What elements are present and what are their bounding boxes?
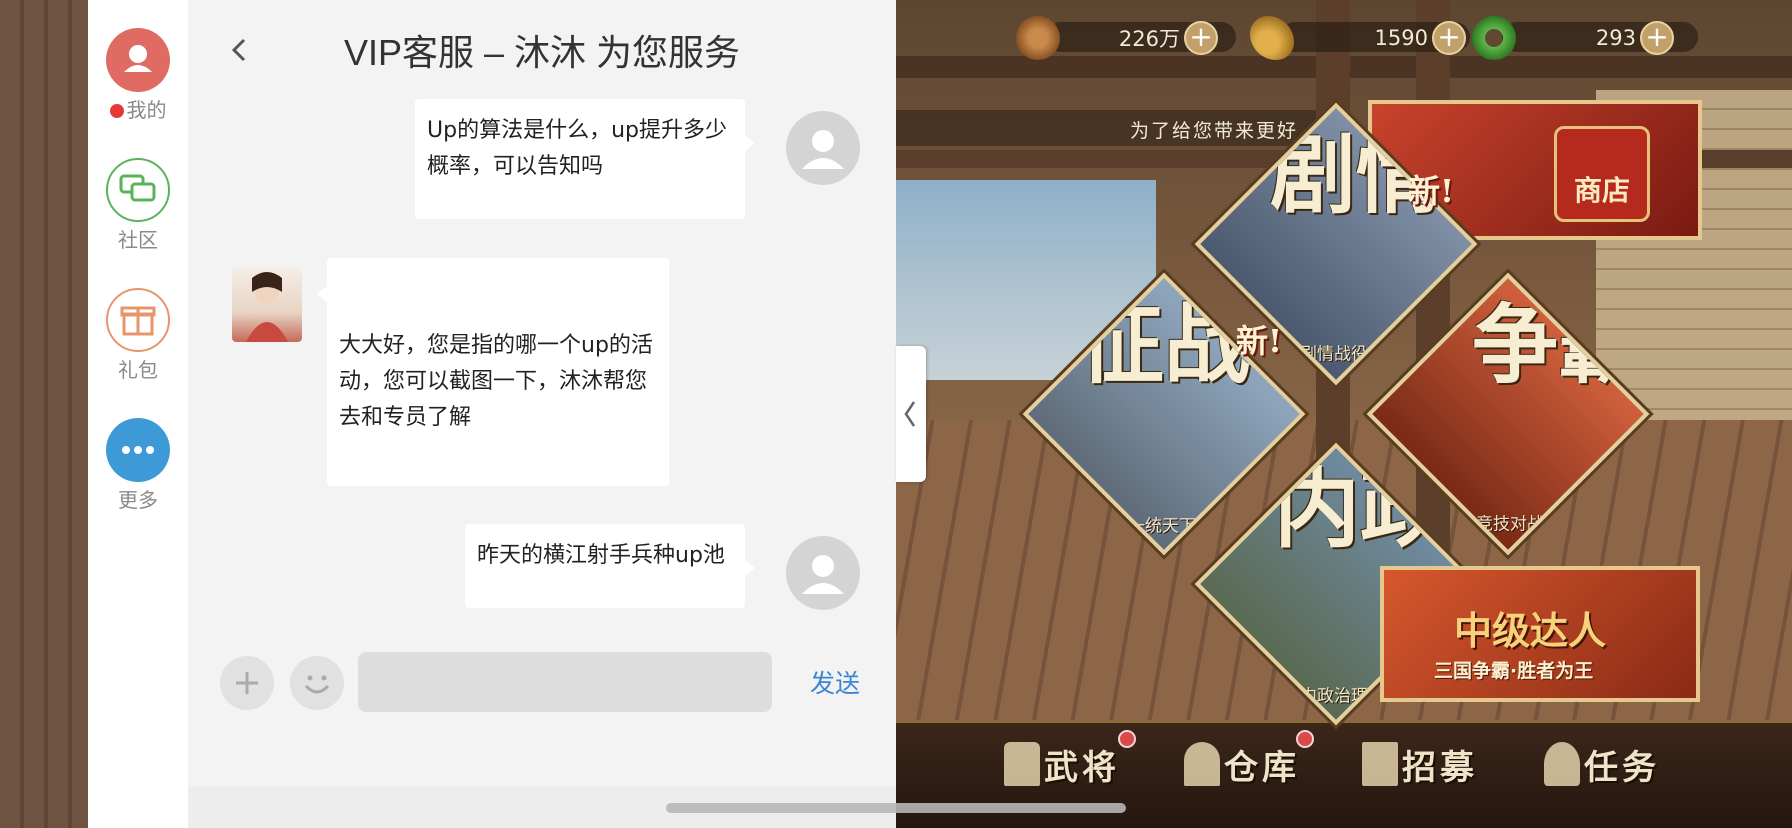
sidebar-item-gifts[interactable]: 礼包	[88, 288, 188, 382]
chat-title: VIP客服 – 沐沐 为您服务	[343, 32, 741, 73]
notification-dot	[1296, 730, 1314, 748]
gift-icon	[106, 288, 170, 352]
user-avatar	[786, 111, 860, 185]
emoji-button[interactable]	[290, 656, 344, 710]
plus-icon	[236, 672, 258, 694]
sidebar-item-label: 社区	[118, 228, 158, 252]
new-badge: 新!	[1408, 172, 1455, 210]
back-button[interactable]	[228, 32, 252, 68]
smiley-icon	[304, 675, 330, 694]
message-text: 大大好，您是指的哪一个up的活动，您可以截图一下，沐沐帮您去和专员了解	[339, 333, 653, 430]
nav-recruit[interactable]: 招募	[1362, 738, 1478, 790]
chat-input-bar: 发送	[188, 640, 896, 720]
promo-title: 中级达人	[1454, 608, 1607, 653]
add-wheat-button[interactable]: +	[1432, 21, 1466, 55]
copper-coin-icon	[1016, 16, 1060, 60]
sidebar-item-label: 礼包	[118, 358, 158, 382]
jade-icon	[1472, 16, 1516, 60]
shop-label: 商店	[1554, 126, 1650, 222]
promo-banner[interactable]: 中级达人 三国争霸·胜者为王	[1380, 566, 1700, 702]
resource-value: 293	[1595, 26, 1636, 50]
message-text: Up的算法是什么，up提升多少概率，可以告知吗	[427, 118, 727, 179]
banner-icon	[1362, 742, 1398, 786]
warehouse-icon	[1184, 742, 1220, 786]
nav-label: 招募	[1402, 747, 1478, 788]
nav-warehouse[interactable]: 仓库	[1184, 738, 1300, 790]
resource-wheat: 1590 +	[1250, 16, 1470, 60]
add-attachment-button[interactable]	[220, 656, 274, 710]
user-avatar	[786, 536, 860, 610]
helmet-icon	[1004, 742, 1040, 786]
person-icon	[106, 28, 170, 92]
chevron-left-icon	[904, 401, 916, 427]
sdk-sidebar: 我的 社区 礼包 更多	[88, 0, 188, 828]
promo-subtitle: 三国争霸·胜者为王	[1434, 660, 1594, 682]
nav-label: 武将	[1044, 747, 1120, 788]
nav-generals[interactable]: 武将	[1004, 738, 1120, 790]
game-background-left	[0, 0, 88, 828]
resource-jade: 293 +	[1472, 16, 1698, 60]
message-bubble-user: 昨天的横江射手兵种up池	[465, 524, 755, 608]
collapse-panel-button[interactable]	[896, 346, 926, 482]
message-bubble-agent: 大大好，您是指的哪一个up的活动，您可以截图一下，沐沐帮您去和专员了解	[317, 258, 669, 486]
send-button[interactable]: 发送	[810, 664, 860, 700]
sidebar-item-label: 更多	[118, 488, 158, 512]
add-jade-button[interactable]: +	[1640, 21, 1674, 55]
agent-avatar	[232, 268, 302, 342]
nav-label: 任务	[1584, 747, 1660, 788]
message-text: 昨天的横江射手兵种up池	[477, 543, 725, 568]
nav-label: 仓库	[1224, 747, 1300, 788]
add-copper-button[interactable]: +	[1184, 21, 1218, 55]
unread-dot	[109, 104, 124, 118]
chevron-left-icon	[231, 38, 246, 62]
sidebar-item-more[interactable]: 更多	[88, 418, 188, 512]
task-icon	[1544, 742, 1580, 786]
message-bubble-user: Up的算法是什么，up提升多少概率，可以告知吗	[415, 99, 755, 219]
nav-tasks[interactable]: 任务	[1544, 738, 1660, 790]
notice-text: 为了给您带来更好	[1130, 120, 1299, 142]
chat-panel: VIP客服 – 沐沐 为您服务 Up的算法是什么，up提升多少概率，可以告知吗 …	[188, 0, 896, 828]
new-badge: 新!	[1236, 322, 1283, 360]
resource-value: 226万	[1118, 27, 1180, 51]
message-input[interactable]	[358, 652, 772, 712]
home-indicator[interactable]	[666, 803, 1126, 813]
sidebar-item-me[interactable]: 我的	[88, 28, 188, 122]
chat-bubbles-icon	[106, 158, 170, 222]
resource-value: 1590	[1374, 26, 1428, 50]
notification-dot	[1118, 730, 1136, 748]
more-dots-icon	[106, 418, 170, 482]
sidebar-item-label: 我的	[126, 98, 167, 122]
sidebar-item-community[interactable]: 社区	[88, 158, 188, 252]
resource-copper: 226万 +	[1016, 16, 1236, 60]
